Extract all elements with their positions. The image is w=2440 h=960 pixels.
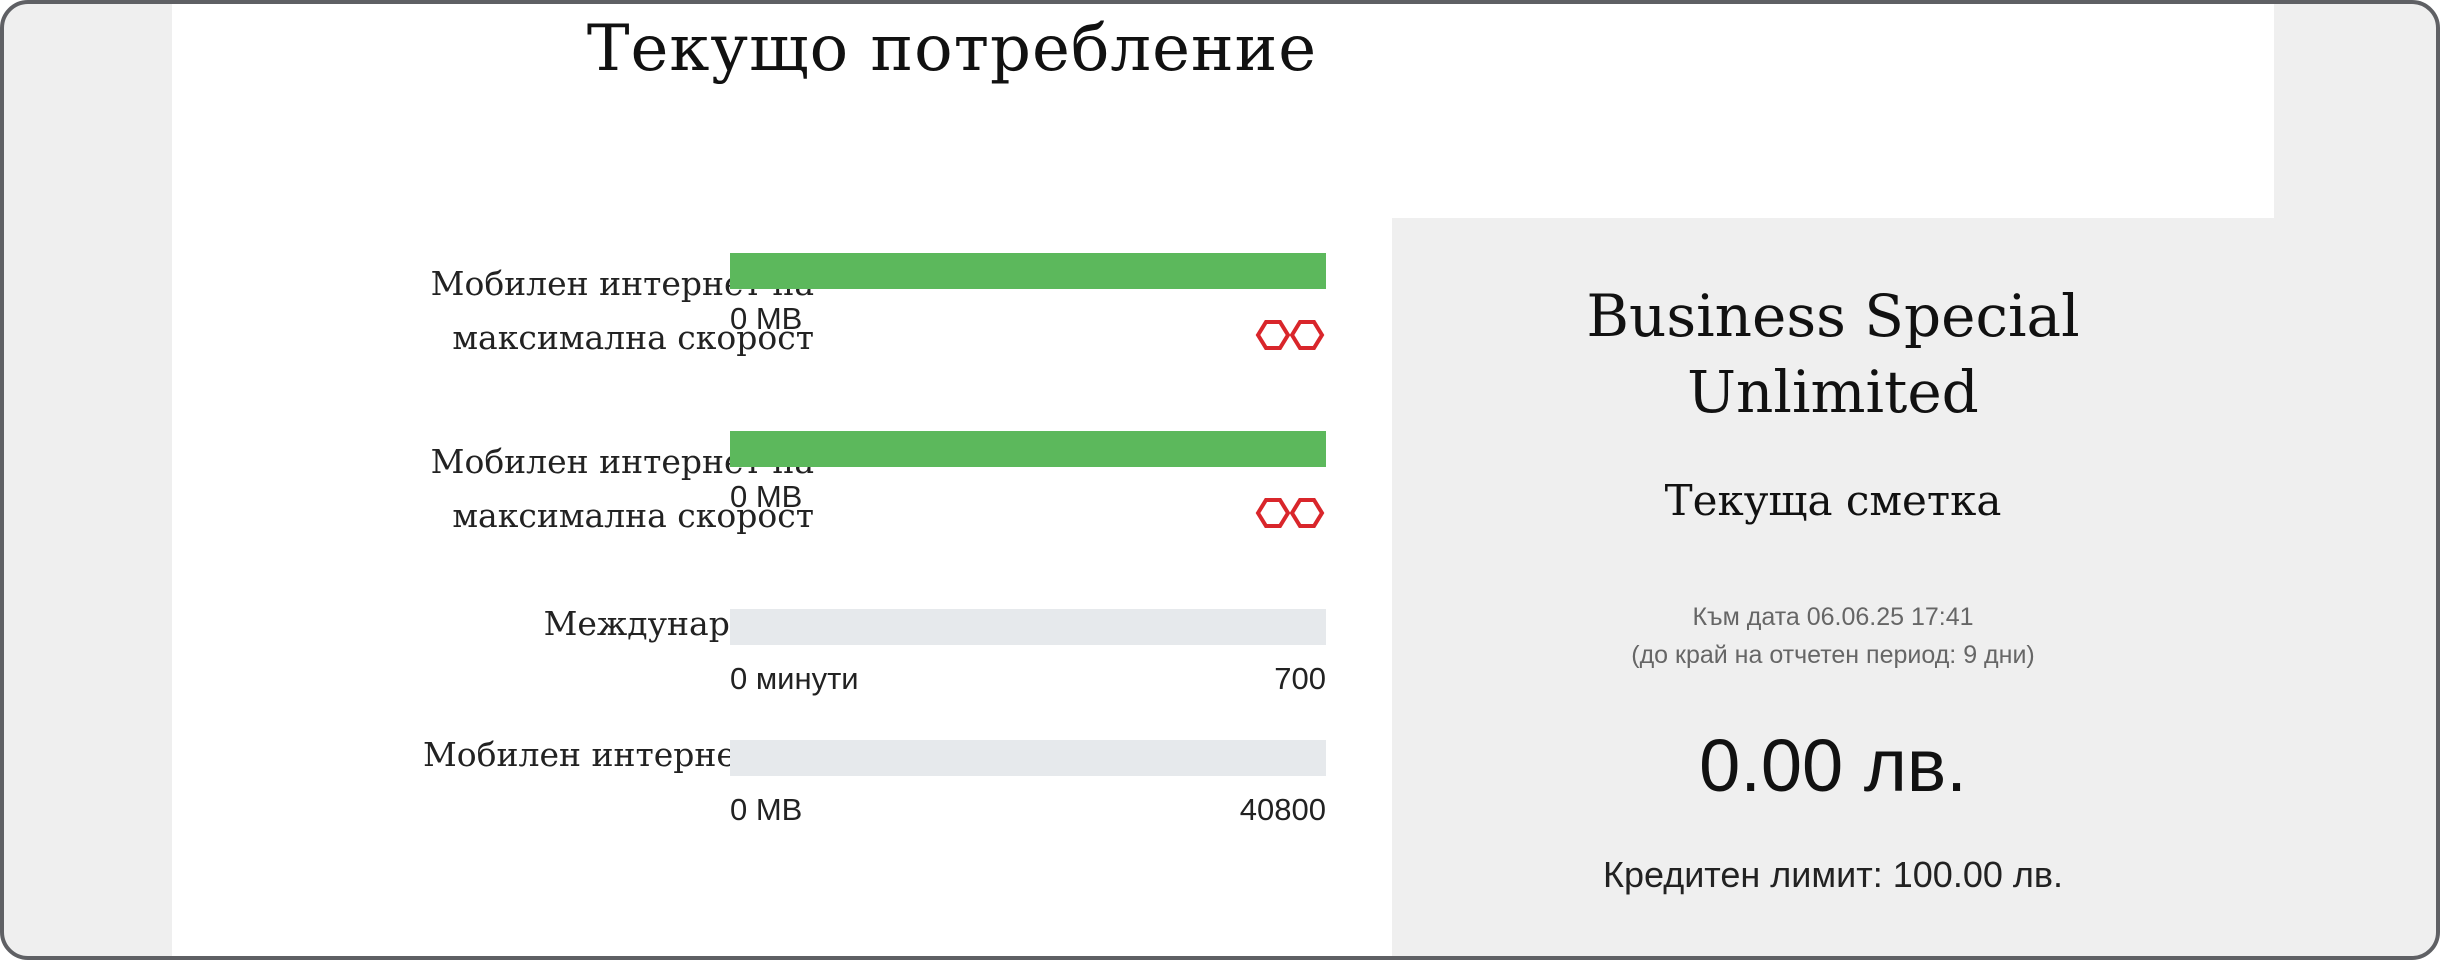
bill-date-info: Към дата 06.06.25 17:41 (до край на отче… bbox=[1392, 598, 2274, 674]
usage-bar bbox=[730, 431, 1326, 467]
usage-used: 0 MB bbox=[730, 792, 803, 827]
account-panel: Business Special Unlimited Текуща сметка… bbox=[1392, 218, 2274, 956]
usage-bar-fill bbox=[730, 253, 1326, 289]
app-window: Текущо потребление Мобилен интернет на м… bbox=[0, 0, 2440, 960]
usage-used: 0 минути bbox=[730, 661, 859, 696]
usage-bar bbox=[730, 740, 1326, 776]
bill-amount: 0.00 лв. bbox=[1699, 724, 1967, 807]
usage-bar-fill bbox=[730, 431, 1326, 467]
bill-as-of: Към дата 06.06.25 17:41 bbox=[1692, 603, 1974, 631]
infinity-icon bbox=[1255, 320, 1325, 350]
plan-name-line2: Unlimited bbox=[1687, 358, 1979, 426]
main-content: Текущо потребление Мобилен интернет на м… bbox=[172, 4, 2274, 956]
plan-name-line1: Business Special bbox=[1586, 282, 2080, 350]
usage-bar bbox=[730, 609, 1326, 645]
infinity-icon bbox=[1255, 498, 1325, 528]
current-bill-title: Текуща сметка bbox=[1664, 476, 2002, 525]
usage-row-eu-internet: Мобилен интернет ЕС 0 MB 40800 bbox=[172, 735, 1412, 840]
usage-used: 0 MB bbox=[730, 479, 803, 514]
usage-bar bbox=[730, 253, 1326, 289]
usage-row-international: Международни 0 минути 700 bbox=[172, 604, 1412, 709]
bill-period-left: (до край на отчетен период: 9 дни) bbox=[1631, 641, 2035, 669]
usage-used: 0 MB bbox=[730, 301, 803, 336]
usage-total: 700 bbox=[1274, 661, 1326, 696]
page-title: Текущо потребление bbox=[586, 12, 1318, 86]
usage-row-internet-2: Мобилен интернет на максимална скорост 0… bbox=[172, 431, 1412, 551]
usage-row-internet-1: Мобилен интернет на максимална скорост 0… bbox=[172, 253, 1412, 373]
plan-name: Business Special Unlimited bbox=[1392, 278, 2274, 430]
usage-total: 40800 bbox=[1239, 792, 1326, 827]
credit-limit: Кредитен лимит: 100.00 лв. bbox=[1602, 854, 2064, 895]
